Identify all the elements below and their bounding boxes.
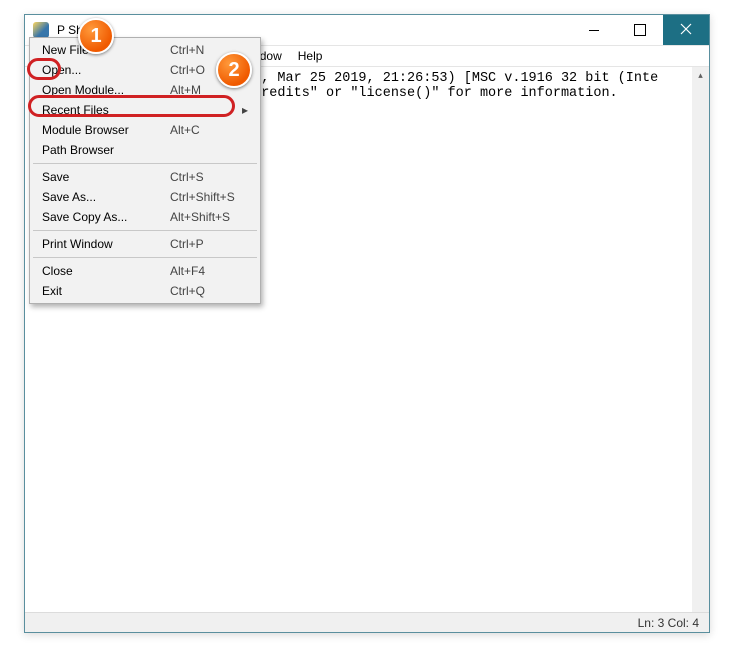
annotation-callout-2: 2 [216,52,252,88]
window-controls [571,15,709,45]
maximize-button[interactable] [617,15,663,45]
menu-separator [33,163,257,164]
submenu-arrow-icon: ▸ [242,103,248,117]
menu-item-path-browser[interactable]: Path Browser [32,140,258,160]
annotation-callout-1: 1 [78,18,114,54]
status-bar: Ln: 3 Col: 4 [25,612,709,632]
close-button[interactable] [663,15,709,45]
menu-help[interactable]: Help [290,47,331,65]
vertical-scrollbar[interactable]: ▴ [692,67,709,612]
menu-separator [33,230,257,231]
menubar: File ell Debug Opti dow Help New FileCtr… [25,45,709,67]
menu-item-module-browser[interactable]: Module BrowserAlt+C [32,120,258,140]
window-title: P Shell [57,23,571,37]
menu-separator [33,257,257,258]
menu-item-save[interactable]: SaveCtrl+S [32,167,258,187]
menu-item-print-window[interactable]: Print WindowCtrl+P [32,234,258,254]
cursor-position: Ln: 3 Col: 4 [638,616,699,630]
minimize-button[interactable] [571,15,617,45]
python-icon [33,22,49,38]
menu-item-save-as[interactable]: Save As...Ctrl+Shift+S [32,187,258,207]
scroll-up-icon[interactable]: ▴ [692,67,709,84]
menu-item-save-copy-as[interactable]: Save Copy As...Alt+Shift+S [32,207,258,227]
menu-item-exit[interactable]: ExitCtrl+Q [32,281,258,301]
menu-item-recent-files[interactable]: Recent Files▸ [32,100,258,120]
app-window: P Shell File ell Debug Opti dow Help New… [24,14,710,633]
menu-item-close[interactable]: CloseAlt+F4 [32,261,258,281]
